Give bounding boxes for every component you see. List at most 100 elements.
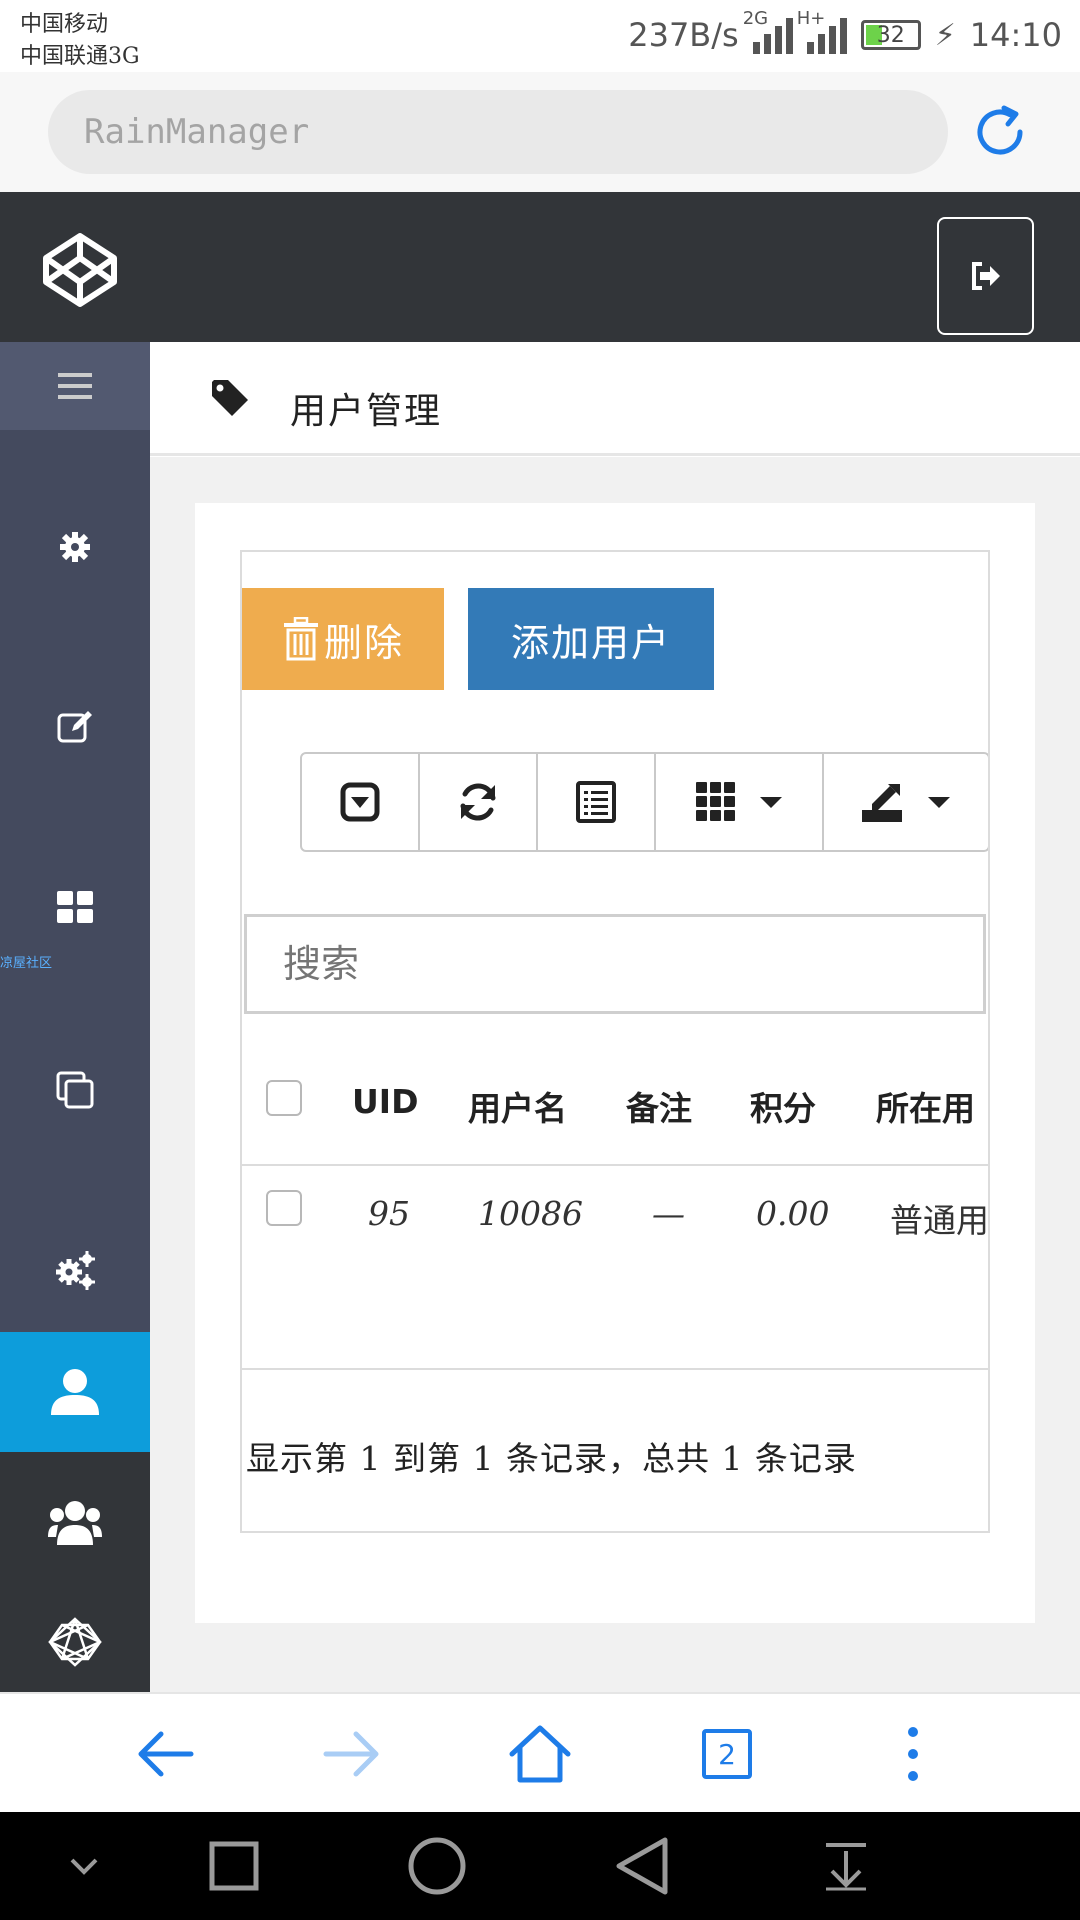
cell-group: 普通用 — [890, 1201, 989, 1240]
cell-username: 10086 — [478, 1194, 583, 1233]
system-nav-bar — [0, 1812, 1080, 1920]
grid-icon — [57, 891, 93, 923]
sidebar-tooltip: 凉屋社区 — [0, 956, 53, 971]
trash-icon — [283, 617, 318, 661]
cell-points: 0.00 — [756, 1194, 830, 1233]
tag-icon — [212, 380, 248, 416]
divider — [242, 1164, 988, 1166]
column-header-uid[interactable]: UID — [352, 1082, 418, 1121]
hide-nav-button[interactable] — [44, 1826, 124, 1906]
home-system-button[interactable] — [397, 1826, 477, 1906]
chevron-down-icon — [760, 796, 782, 808]
sidebar: 凉屋社区 — [0, 342, 150, 1692]
home-button[interactable] — [500, 1714, 580, 1794]
carrier-1: 中国移动 — [20, 12, 109, 37]
settings-icon — [60, 532, 90, 562]
column-header-username[interactable]: 用户名 — [468, 1082, 567, 1130]
sidebar-item-copy[interactable] — [0, 1052, 150, 1127]
user-icon — [51, 1369, 99, 1415]
sidebar-item-system[interactable] — [0, 1232, 150, 1307]
signal-icon-2: H+ — [797, 8, 847, 54]
export-dropdown-button[interactable] — [824, 754, 988, 850]
select-all-checkbox[interactable] — [266, 1080, 302, 1116]
browser-address-bar: RainManager — [0, 72, 1080, 192]
codepen-logo-icon[interactable] — [40, 230, 120, 310]
tab-count: 2 — [702, 1729, 752, 1779]
arrow-right-icon — [323, 1731, 379, 1777]
net-speed: 237B/s — [628, 16, 739, 54]
logout-button[interactable] — [937, 217, 1034, 335]
sidebar-item-edit[interactable] — [0, 692, 150, 762]
caret-square-down-icon — [340, 782, 380, 822]
pull-down-icon — [826, 1843, 866, 1891]
delete-button-label: 删除 — [323, 620, 404, 665]
sidebar-item-users[interactable] — [0, 1482, 150, 1562]
add-user-button[interactable]: 添加用户 — [468, 588, 714, 690]
row-checkbox[interactable] — [266, 1190, 302, 1226]
sidebar-item-user[interactable] — [0, 1332, 150, 1452]
toggle-view-button[interactable] — [538, 754, 656, 850]
signal-icon: 2G — [743, 8, 793, 54]
table-toolbar — [300, 752, 988, 852]
network-icon — [48, 1617, 102, 1667]
notifications-button[interactable] — [806, 1826, 886, 1906]
chevron-down-icon — [928, 796, 950, 808]
signal-label-1: 2G — [742, 8, 769, 29]
sidebar-item-network[interactable] — [0, 1602, 150, 1682]
chevron-down-icon — [70, 1858, 98, 1875]
divider — [242, 1368, 988, 1370]
status-bar: 中国移动 中国联通3G 237B/s 2G H+ 32 ⚡ 14:10 — [0, 0, 1080, 72]
delete-button[interactable]: 删除 — [242, 588, 444, 690]
download-icon — [862, 784, 902, 822]
circle-icon — [408, 1837, 466, 1895]
search-input[interactable] — [244, 914, 986, 1014]
back-button[interactable] — [125, 1714, 205, 1794]
pagination-summary: 显示第 1 到第 1 条记录，总共 1 条记录 — [246, 1439, 857, 1478]
cell-uid: 95 — [368, 1194, 410, 1233]
cell-remark: — — [652, 1194, 685, 1233]
reload-icon[interactable] — [970, 102, 1030, 162]
refresh-button[interactable] — [420, 754, 538, 850]
url-field[interactable]: RainManager — [48, 90, 948, 174]
arrow-left-icon — [138, 1731, 194, 1777]
sidebar-lower — [0, 1452, 150, 1692]
hamburger-icon — [58, 373, 92, 399]
logout-icon — [971, 262, 1000, 290]
app-header — [0, 192, 1080, 342]
th-icon — [696, 782, 735, 821]
signal-label-2: H+ — [796, 8, 826, 29]
column-header-points[interactable]: 积分 — [750, 1082, 816, 1130]
more-vertical-icon — [908, 1727, 918, 1781]
copy-icon — [56, 1071, 94, 1108]
page-title: 用户管理 — [290, 391, 443, 432]
battery-level: 32 — [876, 22, 905, 48]
sidebar-item-dashboard[interactable] — [0, 872, 150, 942]
home-icon — [509, 1725, 571, 1783]
recents-button[interactable] — [194, 1826, 274, 1906]
refresh-icon — [460, 783, 496, 821]
menu-button[interactable] — [873, 1714, 953, 1794]
menu-toggle-button[interactable] — [0, 342, 150, 430]
columns-dropdown-button[interactable] — [656, 754, 824, 850]
battery-icon: 32 — [860, 20, 921, 50]
column-header-remark[interactable]: 备注 — [626, 1082, 692, 1130]
carrier-2: 中国联通3G — [20, 44, 140, 69]
cogs-icon — [56, 1250, 95, 1290]
column-header-group[interactable]: 所在用 — [876, 1082, 975, 1130]
square-icon — [209, 1841, 259, 1891]
page-header: 用户管理 — [150, 342, 1080, 456]
browser-toolbar: 2 — [0, 1692, 1080, 1812]
add-user-button-label: 添加用户 — [510, 620, 671, 665]
user-table-container: 删除 添加用户 UID 用户名 备注 积分 所在用 95 10086 — [240, 550, 990, 1533]
clock: 14:10 — [969, 16, 1062, 54]
forward-button[interactable] — [312, 1714, 392, 1794]
back-system-button[interactable] — [602, 1826, 682, 1906]
users-icon — [48, 1501, 102, 1545]
tabs-button[interactable]: 2 — [687, 1714, 767, 1794]
triangle-back-icon — [616, 1837, 668, 1895]
sidebar-item-settings[interactable] — [0, 512, 150, 582]
edit-icon — [57, 711, 92, 743]
list-alt-icon — [576, 781, 616, 823]
toggle-pagination-button[interactable] — [302, 754, 420, 850]
charging-icon: ⚡ — [934, 17, 956, 53]
